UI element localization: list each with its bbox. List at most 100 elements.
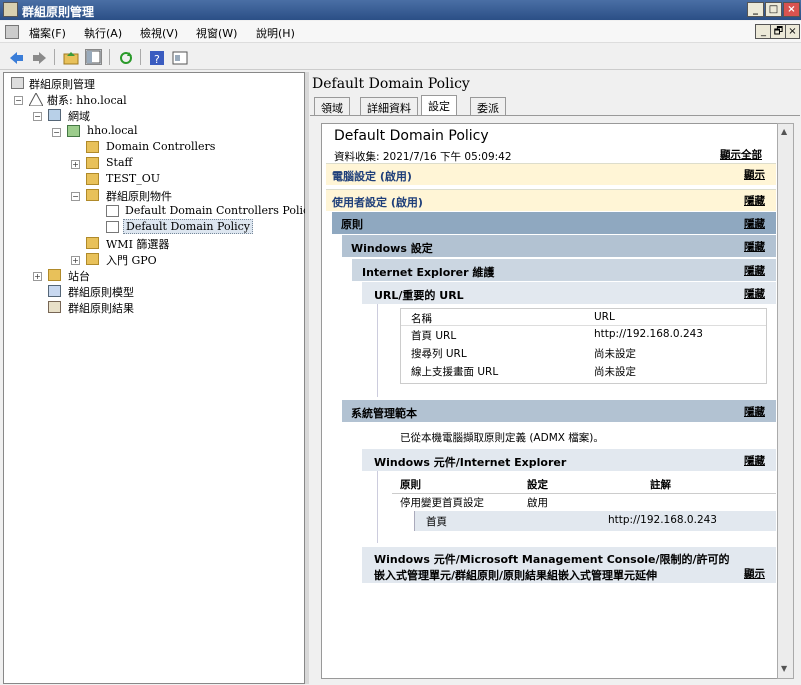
forward-arrow-icon[interactable] (30, 49, 47, 65)
details-title: Default Domain Policy (312, 76, 470, 92)
ou-folder-icon (86, 157, 99, 169)
tree-forest[interactable]: 樹系: hho.local (47, 92, 127, 108)
tree-wmi-filters[interactable]: WMI 篩選器 (106, 236, 169, 252)
computer-show-link[interactable]: 顯示 (744, 167, 765, 182)
expand-icon[interactable]: + (71, 256, 80, 265)
collapse-icon[interactable]: − (33, 112, 42, 121)
menu-action[interactable]: 執行(A) (84, 25, 122, 41)
menu-view[interactable]: 檢視(V) (140, 25, 178, 41)
menu-file[interactable]: 檔案(F) (29, 25, 66, 41)
tab-details[interactable]: 詳細資料 (360, 97, 418, 115)
url-row-value: 尚未設定 (594, 348, 636, 360)
app-icon (3, 2, 18, 17)
domains-icon (48, 109, 61, 121)
url-table: 名稱 URL 首頁 URL http://192.168.0.243 搜尋列 U… (400, 308, 767, 384)
policy-subrow-name: 首頁 (426, 516, 447, 528)
wc-ie-hide-link[interactable]: 隱藏 (744, 453, 765, 468)
tree-gpo-dc-policy[interactable]: Default Domain Controllers Policy (125, 204, 315, 217)
modeling-icon (48, 285, 61, 297)
collapse-icon[interactable]: − (71, 192, 80, 201)
policy-subrow (414, 511, 776, 531)
collected-time: 資料收集: 2021/7/16 下午 05:09:42 (334, 151, 512, 163)
ou-folder-icon (86, 173, 99, 185)
tab-scope[interactable]: 領域 (314, 97, 350, 115)
back-arrow-icon[interactable] (7, 49, 24, 65)
policy-col-policy: 原則 (400, 479, 421, 491)
gpo-folder-icon (86, 189, 99, 201)
inner-close-button[interactable]: × (785, 24, 800, 39)
close-button[interactable]: × (783, 2, 800, 17)
policy-row-name: 停用變更首頁設定 (400, 497, 484, 509)
tree-staff[interactable]: Staff (106, 156, 132, 169)
tree-root[interactable]: 群組原則管理 (29, 76, 95, 92)
menu-bar: 檔案(F) 執行(A) 檢視(V) 視窗(W) 說明(H) _ 🗗 × (0, 21, 801, 43)
windows-settings-label: Windows 設定 (351, 242, 433, 255)
url-hide-link[interactable]: 隱藏 (744, 286, 765, 301)
menu-window[interactable]: 視窗(W) (196, 25, 237, 41)
policies-label: 原則 (341, 218, 363, 231)
tree-gpo-objects[interactable]: 群組原則物件 (106, 188, 172, 204)
mmc-show-link[interactable]: 顯示 (744, 566, 765, 581)
expand-icon[interactable]: + (33, 272, 42, 281)
settings-report: Default Domain Policy 資料收集: 2021/7/16 下午… (321, 123, 778, 679)
report-scrollbar[interactable]: ▲ ▼ (777, 123, 794, 679)
tree-domain-controllers[interactable]: Domain Controllers (106, 140, 215, 153)
collapse-icon[interactable]: − (14, 96, 23, 105)
scroll-down-icon[interactable]: ▼ (781, 664, 787, 673)
windows-settings-hide-link[interactable]: 隱藏 (744, 239, 765, 254)
toolbar: ? (0, 44, 801, 70)
console-tree: 群組原則管理 − 樹系: hho.local − 網域 − hho.local … (3, 72, 315, 684)
url-row-name: 首頁 URL (411, 330, 457, 342)
tree-sites[interactable]: 站台 (68, 268, 90, 284)
gpo-icon (106, 221, 119, 233)
policies-hide-link[interactable]: 隱藏 (744, 216, 765, 231)
title-bar: 群組原則管理 _ □ × (0, 0, 801, 20)
results-icon (48, 301, 61, 313)
domain-icon (67, 125, 80, 137)
url-row-name: 搜尋列 URL (411, 348, 467, 360)
policy-col-comment: 註解 (650, 479, 671, 491)
wmi-folder-icon (86, 237, 99, 249)
minimize-button[interactable]: _ (747, 2, 764, 17)
tree-domains[interactable]: 網域 (68, 108, 90, 124)
gpm-icon (11, 77, 24, 89)
up-folder-icon[interactable] (62, 49, 79, 65)
ou-folder-icon (86, 141, 99, 153)
tab-delegation[interactable]: 委派 (470, 97, 506, 115)
policy-row-setting: 啟用 (527, 497, 548, 509)
wc-ie-label: Windows 元件/Internet Explorer (374, 456, 567, 469)
refresh-icon[interactable] (117, 49, 134, 65)
show-all-link[interactable]: 顯示全部 (720, 147, 762, 162)
show-hide-console-tree-icon[interactable] (85, 49, 102, 65)
tab-settings[interactable]: 設定 (421, 95, 457, 115)
scroll-up-icon[interactable]: ▲ (781, 127, 787, 136)
url-row-value: http://192.168.0.243 (594, 328, 703, 340)
starter-gpo-folder-icon (86, 253, 99, 265)
user-hide-link[interactable]: 隱藏 (744, 193, 765, 208)
mmc-label-line1: Windows 元件/Microsoft Management Console/… (374, 553, 730, 566)
tree-test-ou[interactable]: TEST_OU (106, 172, 160, 185)
properties-icon[interactable] (171, 49, 188, 65)
mmc-label-line2: 嵌入式管理單元/群組原則/原則結果組嵌入式管理單元延伸 (374, 569, 658, 582)
menu-help[interactable]: 說明(H) (256, 25, 295, 41)
tree-starter-gpo[interactable]: 入門 GPO (106, 252, 157, 268)
help-icon[interactable]: ? (148, 49, 165, 66)
tree-domain[interactable]: hho.local (87, 124, 137, 137)
window-title: 群組原則管理 (22, 5, 95, 19)
user-config-label: 使用者設定 (啟用) (332, 196, 423, 209)
admin-templates-hide-link[interactable]: 隱藏 (744, 404, 765, 419)
url-col-name: 名稱 (411, 313, 432, 325)
sites-icon (48, 269, 61, 281)
tree-results[interactable]: 群組原則結果 (68, 300, 134, 316)
maximize-button[interactable]: □ (765, 2, 782, 17)
url-label: URL/重要的 URL (374, 289, 464, 302)
ie-maintenance-label: Internet Explorer 維護 (362, 266, 495, 279)
tree-modeling[interactable]: 群組原則模型 (68, 284, 134, 300)
policies-header[interactable] (332, 212, 776, 234)
url-col-url: URL (594, 311, 615, 323)
collapse-icon[interactable]: − (52, 128, 61, 137)
expand-icon[interactable]: + (71, 160, 80, 169)
gpo-icon (106, 205, 119, 217)
tree-gpo-dd-policy[interactable]: Default Domain Policy (123, 219, 253, 234)
ie-maintenance-hide-link[interactable]: 隱藏 (744, 263, 765, 278)
